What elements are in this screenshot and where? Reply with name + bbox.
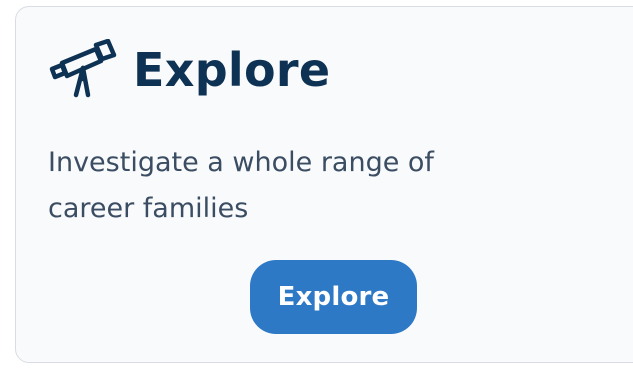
card-description: Investigate a whole range of career fami… <box>48 147 434 224</box>
card-header: Explore <box>48 37 330 103</box>
explore-card: Explore Investigate a whole range of car… <box>15 6 633 363</box>
card-title: Explore <box>133 43 331 97</box>
telescope-icon <box>48 39 118 101</box>
explore-button[interactable]: Explore <box>250 260 417 334</box>
